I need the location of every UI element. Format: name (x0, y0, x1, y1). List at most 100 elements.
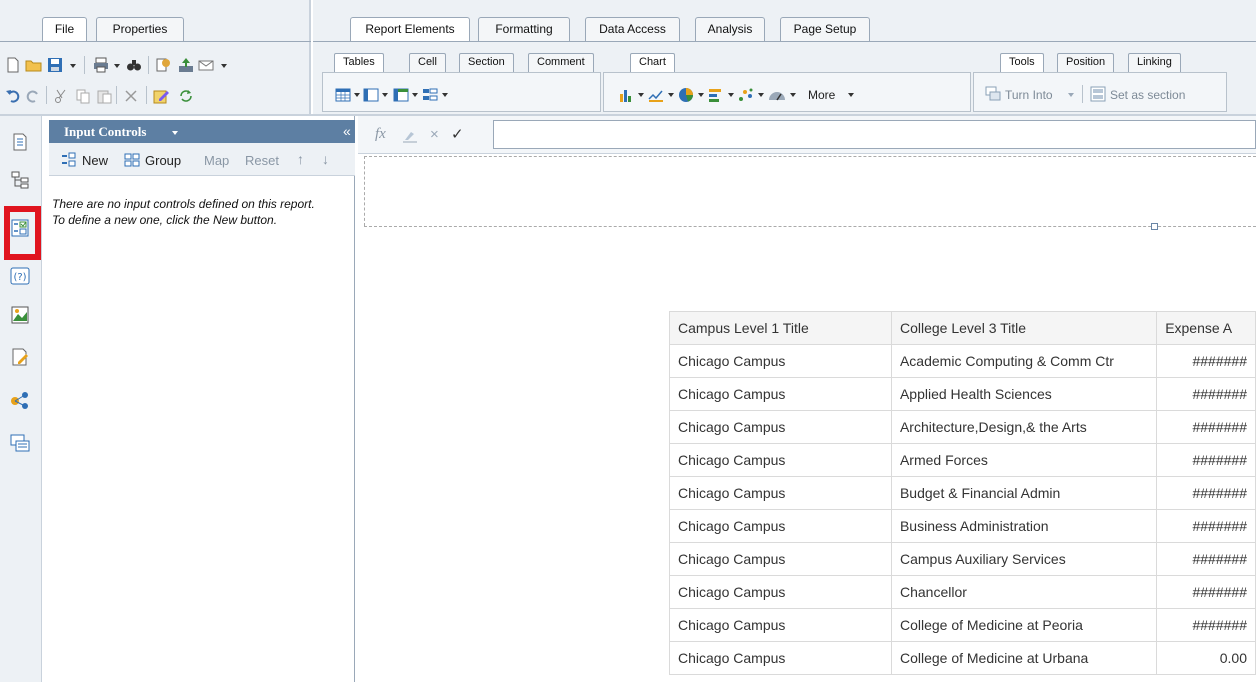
vertical-table-dropdown-icon[interactable] (382, 93, 388, 97)
line-chart-dropdown-icon[interactable] (668, 93, 674, 97)
validate-formula-icon[interactable]: ✓ (451, 125, 464, 143)
table-cell[interactable]: ####### (1156, 575, 1256, 609)
tab-analysis[interactable]: Analysis (695, 17, 765, 41)
table-cell[interactable]: ####### (1156, 476, 1256, 510)
save-icon[interactable] (47, 57, 63, 73)
table-cell[interactable]: College of Medicine at Urbana (890, 641, 1158, 675)
table-icon[interactable] (335, 87, 351, 103)
table-cell[interactable]: Applied Health Sciences (890, 377, 1158, 411)
table-cell[interactable]: Chicago Campus (669, 344, 892, 378)
table-cell[interactable]: ####### (1156, 344, 1256, 378)
group-button[interactable]: Group (145, 153, 181, 168)
tab-file[interactable]: File (42, 17, 87, 42)
edit-document-icon[interactable] (10, 347, 30, 367)
bar-chart-dropdown-icon[interactable] (638, 93, 644, 97)
pie-chart-dropdown-icon[interactable] (698, 93, 704, 97)
document-structure-icon[interactable] (10, 132, 30, 152)
table-cell[interactable]: Chicago Campus (669, 377, 892, 411)
header-cell[interactable]: College Level 3 Title (890, 311, 1158, 345)
table-cell[interactable]: ####### (1156, 509, 1256, 543)
delete-icon[interactable] (123, 88, 139, 104)
paste-icon[interactable] (96, 88, 112, 104)
tab-tables[interactable]: Tables (334, 53, 384, 72)
share-icon[interactable] (10, 390, 30, 410)
turn-into-button[interactable]: Turn Into (1005, 87, 1053, 103)
horizontal-bar-dropdown-icon[interactable] (728, 93, 734, 97)
gauge-chart-icon[interactable] (768, 87, 785, 103)
gauge-chart-dropdown-icon[interactable] (790, 93, 796, 97)
table-cell[interactable]: Chicago Campus (669, 641, 892, 675)
table-cell[interactable]: ####### (1156, 410, 1256, 444)
table-cell[interactable]: ####### (1156, 443, 1256, 477)
table-cell[interactable]: Budget & Financial Admin (890, 476, 1158, 510)
horizontal-bar-chart-icon[interactable] (708, 87, 724, 103)
form-dropdown-icon[interactable] (442, 93, 448, 97)
export-icon[interactable] (178, 57, 194, 73)
table-cell[interactable]: 0.00 (1156, 641, 1256, 675)
form-icon[interactable] (422, 87, 438, 103)
crosstab-dropdown-icon[interactable] (412, 93, 418, 97)
copy-icon[interactable] (75, 88, 91, 104)
redo-icon[interactable] (25, 88, 41, 104)
fx-icon[interactable]: fx (375, 126, 386, 143)
table-cell[interactable]: Business Administration (890, 509, 1158, 543)
table-cell[interactable]: College of Medicine at Peoria (890, 608, 1158, 642)
table-cell[interactable]: Academic Computing & Comm Ctr (890, 344, 1158, 378)
tab-data-access[interactable]: Data Access (585, 17, 680, 41)
collapse-panel-icon[interactable]: « (343, 123, 351, 139)
find-icon[interactable] (126, 57, 142, 73)
email-icon[interactable] (198, 57, 214, 73)
map-button[interactable]: Map (204, 153, 229, 168)
scatter-chart-dropdown-icon[interactable] (758, 93, 764, 97)
report-table[interactable]: Campus Level 1 Title College Level 3 Tit… (669, 311, 1256, 675)
tab-section[interactable]: Section (459, 53, 514, 72)
turn-into-icon[interactable] (985, 86, 1001, 102)
print-icon[interactable] (93, 57, 109, 73)
move-down-icon[interactable]: ↓ (322, 151, 329, 167)
tab-cell[interactable]: Cell (409, 53, 446, 72)
table-cell[interactable]: ####### (1156, 608, 1256, 642)
table-cell[interactable]: ####### (1156, 542, 1256, 576)
print-dropdown-icon[interactable] (114, 64, 120, 68)
help-icon[interactable]: (?) (10, 266, 30, 286)
new-control-icon[interactable] (61, 152, 77, 168)
table-cell[interactable]: Chicago Campus (669, 443, 892, 477)
set-as-section-button[interactable]: Set as section (1110, 87, 1185, 103)
report-map-icon[interactable] (10, 170, 30, 190)
line-chart-icon[interactable] (648, 87, 664, 103)
table-cell[interactable]: Chicago Campus (669, 542, 892, 576)
open-folder-icon[interactable] (25, 57, 42, 73)
reset-button[interactable]: Reset (245, 153, 279, 168)
table-cell[interactable]: Armed Forces (890, 443, 1158, 477)
cut-icon[interactable] (53, 88, 69, 104)
table-cell[interactable]: Chicago Campus (669, 476, 892, 510)
table-cell[interactable]: Chicago Campus (669, 575, 892, 609)
tab-linking[interactable]: Linking (1128, 53, 1181, 72)
vertical-table-icon[interactable] (363, 87, 379, 103)
formula-input[interactable] (493, 120, 1256, 149)
more-charts-button[interactable]: More (808, 87, 835, 103)
undo-icon[interactable] (5, 88, 21, 104)
table-dropdown-icon[interactable] (354, 93, 360, 97)
crosstab-icon[interactable] (393, 87, 409, 103)
tab-formatting[interactable]: Formatting (478, 17, 570, 41)
move-up-icon[interactable]: ↑ (297, 151, 304, 167)
refresh-icon[interactable] (178, 88, 194, 104)
header-cell[interactable]: Campus Level 1 Title (669, 311, 892, 345)
table-cell[interactable]: Chicago Campus (669, 509, 892, 543)
save-dropdown-icon[interactable] (70, 64, 76, 68)
tab-report-elements[interactable]: Report Elements (350, 17, 470, 42)
resize-handle[interactable] (1151, 223, 1158, 230)
set-as-section-icon[interactable] (1090, 86, 1106, 102)
bar-chart-icon[interactable] (618, 87, 634, 103)
tab-properties[interactable]: Properties (96, 17, 184, 41)
edit-data-provider-icon[interactable] (153, 88, 169, 104)
comments-icon[interactable] (10, 433, 30, 453)
header-cell[interactable]: Expense A (1156, 311, 1256, 345)
tab-comment[interactable]: Comment (528, 53, 594, 72)
new-button[interactable]: New (82, 153, 108, 168)
table-cell[interactable]: Architecture,Design,& the Arts (890, 410, 1158, 444)
pie-chart-icon[interactable] (678, 87, 694, 103)
data-icon[interactable] (10, 305, 30, 325)
tab-tools[interactable]: Tools (1000, 53, 1044, 72)
